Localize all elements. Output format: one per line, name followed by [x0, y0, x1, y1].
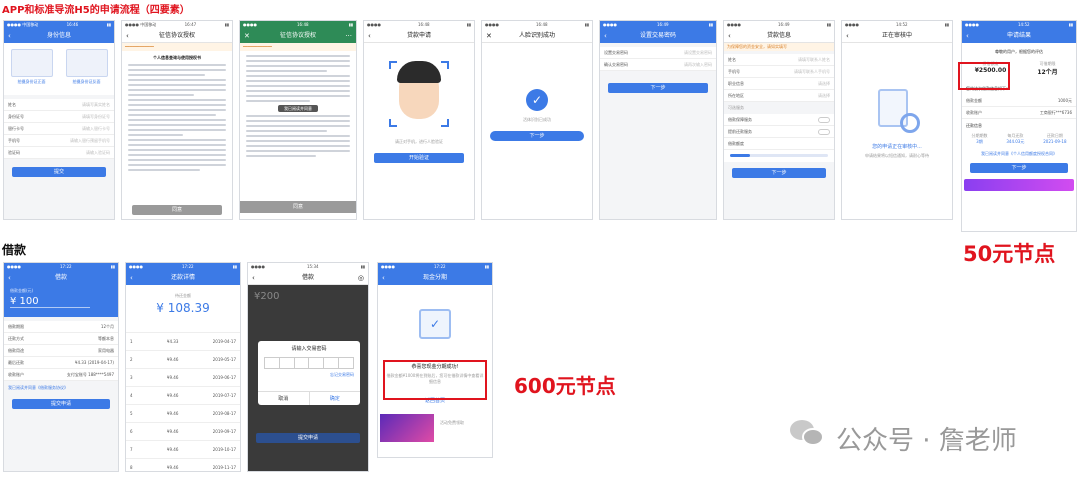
annotation-600: 600元节点	[514, 374, 616, 398]
receive-account[interactable]: 收款账户 支付宝账号 188****5497	[4, 369, 118, 381]
repay-table: 分期期数 3期 每月还款 344.03元 还款日期 2021-09-18	[971, 133, 1067, 144]
id-number-field[interactable]: 身份证号 请填写身份证号	[4, 111, 114, 123]
amount-slider[interactable]	[724, 150, 834, 162]
back-icon[interactable]: ‹	[382, 271, 385, 285]
repay-method: 还款方式 等额本息	[4, 333, 118, 345]
ad-banner[interactable]	[380, 414, 434, 442]
face-illustration	[389, 61, 449, 127]
agree-button[interactable]: 同意	[240, 201, 356, 213]
next-button[interactable]: 下一步	[970, 163, 1068, 173]
code-field[interactable]: 验证码 请输入验证码	[4, 147, 114, 159]
table-row: 6 ¥9.46 2019-09-17	[126, 423, 240, 441]
screen-apply-result: ●●●● 14:52 ▮▮ ‹ 申请结果 尊敬的用户，根据您的评估 授信额度 ¥250…	[961, 20, 1077, 232]
page-title: APP和标准导流H5的申请流程（四要素）	[2, 5, 190, 16]
close-icon[interactable]: ✕	[486, 29, 492, 43]
wechat-icon	[790, 420, 826, 448]
screen-credit-auth-2: ●●●● 16:48 ▮▮ ✕ 征信协议授权 ··· ━━━━━━━━━━━━ 我已阅读…	[239, 20, 357, 220]
guarantee-toggle[interactable]	[818, 117, 830, 123]
password-input[interactable]	[264, 357, 354, 369]
back-icon[interactable]: ‹	[368, 29, 371, 43]
prepay-toggle[interactable]	[818, 129, 830, 135]
section-title-borrow: 借款	[2, 243, 27, 257]
table-row: 2 ¥9.46 2019-05-17	[126, 351, 240, 369]
confirm-password-field[interactable]: 确认交易密码 请再次输入密码	[600, 59, 716, 71]
screen-credit-auth: ●●●● 中国移动 16:47 ▮▮ ‹ 征信协议授权 ━━━━━━━━━━━━ 个人…	[121, 20, 233, 220]
screen-loan-apply-face: ●●●● 16:48 ▮▮ ‹ 贷款申请 请正对手机，进行人脸验证 开始验证	[363, 20, 475, 220]
back-icon[interactable]: ‹	[126, 29, 129, 43]
next-button[interactable]: 下一步	[608, 83, 708, 93]
annotation-50: 50元节点	[963, 242, 1056, 266]
confirm-button[interactable]: 确定	[310, 392, 361, 405]
credit-term: 可借期限 12个月	[1037, 61, 1058, 76]
job-select[interactable]: 职业信息 请选择	[724, 78, 834, 90]
agree-checkbox[interactable]: 我已阅读并同意《借款服务协议》	[4, 381, 118, 395]
back-icon[interactable]: ‹	[8, 29, 11, 43]
repay-list: 1 ¥4.33 2019-04-17 2 ¥9.46 2019-05-17 3 ¥9.46 20…	[126, 333, 240, 471]
phone-field[interactable]: 手机号 请输入银行预留手机号	[4, 135, 114, 147]
total-amount: ¥ 108.39	[156, 301, 210, 315]
password-dialog: 请输入交易密码 忘记交易密码 取消 确定	[258, 341, 360, 405]
back-icon[interactable]: ‹	[604, 29, 607, 43]
start-verify-button[interactable]: 开始验证	[374, 153, 464, 163]
promo-banner[interactable]	[964, 179, 1074, 191]
back-icon[interactable]: ‹	[130, 271, 133, 285]
table-row: 1 ¥4.33 2019-04-17	[126, 333, 240, 351]
agree-button[interactable]: 同意	[132, 205, 222, 215]
back-icon[interactable]: ‹	[252, 271, 255, 285]
forget-password-link[interactable]: 忘记交易密码	[258, 369, 360, 381]
table-row: 5 ¥9.46 2019-08-17	[126, 405, 240, 423]
table-row: 3 ¥9.46 2019-06-17	[126, 369, 240, 387]
highlight-box-success	[383, 360, 487, 400]
read-badge: 我已阅读并同意	[278, 105, 318, 112]
calendar-success-icon: ✓	[419, 309, 451, 339]
back-icon[interactable]: ‹	[846, 29, 849, 43]
screen-set-password: ●●●● 16:49 ▮▮ ‹ 设置交易密码 设置交易密码 请设置交易密码 确认交易密码…	[599, 20, 717, 220]
screen-repay-detail: ●●●● 17:22 ▮▮ ‹ 还款详情 待还金额 ¥ 108.39 1 ¥4.33 20…	[125, 262, 241, 472]
contact-name-field[interactable]: 姓名 请填写联系人姓名	[724, 54, 834, 66]
screen-title: 身份信息	[46, 32, 71, 39]
target-icon[interactable]: ◎	[358, 271, 364, 285]
last-repay[interactable]: 最后还款 ¥4.33 (2019-04-17)	[4, 357, 118, 369]
screen-borrow-password: ●●●● 15:34 ▮▮ ‹ 借款 ◎ ¥200 请输入交易密码 忘记交易密码 取消 …	[247, 262, 369, 472]
password-field[interactable]: 设置交易密码 请设置交易密码	[600, 47, 716, 59]
bank-card-field[interactable]: 银行卡号 请输入银行卡号	[4, 123, 114, 135]
cancel-button[interactable]: 取消	[258, 392, 310, 405]
table-row: 4 ¥9.46 2019-07-17	[126, 387, 240, 405]
submit-button[interactable]: 提交	[12, 167, 106, 177]
more-icon[interactable]: ···	[345, 29, 352, 43]
close-icon[interactable]: ✕	[244, 29, 250, 43]
submit-apply-button[interactable]: 提交申请	[12, 399, 110, 409]
agree-checkbox[interactable]: 我已阅读并同意《个人信用额度授权合同》	[962, 151, 1076, 157]
table-row: 7 ¥9.46 2019-10-17	[126, 441, 240, 459]
back-icon[interactable]: ‹	[966, 29, 969, 43]
highlight-box-credit	[958, 62, 1010, 90]
back-icon[interactable]: ‹	[8, 271, 11, 285]
next-button[interactable]: 下一步	[732, 168, 826, 178]
screen-borrow: ●●●● 17:22 ▮▮ ‹ 借款 借款金额(元) ¥ 100 借款期限 12个月 还…	[3, 262, 119, 472]
purpose-select[interactable]: 借款用途 家用电器	[4, 345, 118, 357]
term-select[interactable]: 借款期限 12个月	[4, 321, 118, 333]
table-row: 8 ¥9.46 2019-11-17	[126, 459, 240, 471]
screen-loan-info: ●●●● 16:49 ▮▮ ‹ 贷款信息 为保障您的资金安全，请如实填写 姓名 请填写联…	[723, 20, 835, 220]
screen-reviewing: ●●●● 14:52 ▮▮ ‹ 正在审核中 您的申请正在审核中... 申请结果将以短信…	[841, 20, 953, 220]
submit-apply-button[interactable]: 提交申请	[256, 433, 360, 443]
agreement-text	[122, 64, 232, 171]
screen-identity-info: ●●●● 中国移动 16:46 ▮▮ ‹ 身份信息 拍摄身份证正面 拍摄身份证反面 姓…	[3, 20, 115, 220]
watermark: 公众号 · 詹老师	[836, 426, 1017, 456]
region-select[interactable]: 所在地区 请选择	[724, 90, 834, 102]
success-check-icon: ✓	[526, 89, 548, 111]
name-field[interactable]: 姓名 请填写真实姓名	[4, 99, 114, 111]
next-button[interactable]: 下一步	[490, 131, 584, 141]
screen-face-success: ●●●● 16:48 ▮▮ ✕ 人脸识别成功 ✓ 活体识别已成功 下一步	[481, 20, 593, 220]
id-front-upload[interactable]: 拍摄身份证正面	[10, 49, 53, 95]
id-back-upload[interactable]: 拍摄身份证反面	[65, 49, 108, 95]
back-icon[interactable]: ‹	[728, 29, 731, 43]
amount-input[interactable]: ¥ 100	[10, 296, 90, 308]
contact-phone-field[interactable]: 手机号 请填写联系人手机号	[724, 66, 834, 78]
reviewing-illustration	[874, 83, 920, 133]
